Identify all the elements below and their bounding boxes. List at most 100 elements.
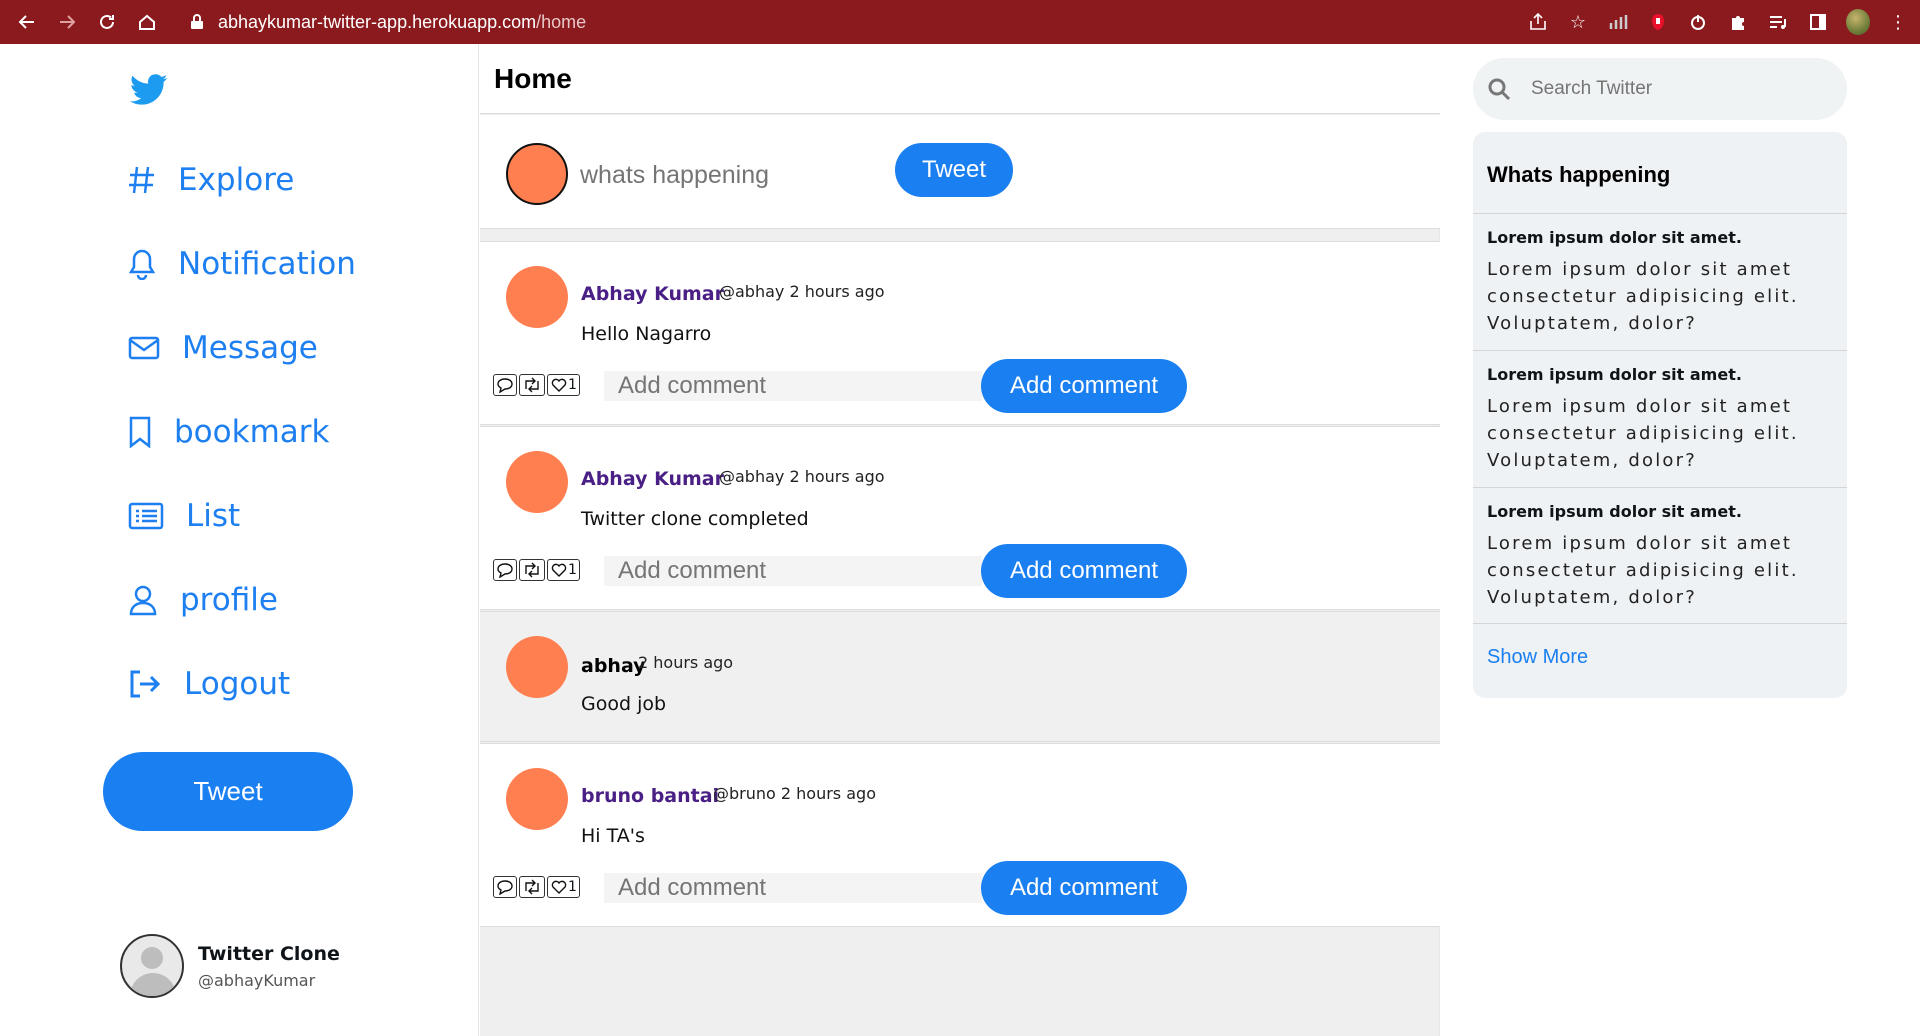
power-icon[interactable] bbox=[1686, 10, 1710, 34]
share-icon[interactable] bbox=[1526, 10, 1550, 34]
add-comment-button[interactable]: Add comment bbox=[981, 359, 1187, 413]
reload-icon[interactable] bbox=[87, 0, 127, 44]
nav-list[interactable]: List bbox=[128, 494, 240, 538]
trend-item[interactable]: Lorem ipsum dolor sit amet. Lorem ipsum … bbox=[1473, 213, 1847, 350]
trend-heading: Lorem ipsum dolor sit amet. bbox=[1487, 365, 1742, 384]
user-icon bbox=[129, 585, 157, 616]
list-icon bbox=[128, 502, 164, 530]
trend-item[interactable]: Lorem ipsum dolor sit amet. Lorem ipsum … bbox=[1473, 350, 1847, 487]
trend-heading: Lorem ipsum dolor sit amet. bbox=[1487, 228, 1742, 247]
comment-card: abhay 2 hours ago Good job bbox=[480, 611, 1440, 742]
chart-ext-icon[interactable] bbox=[1606, 10, 1630, 34]
mail-icon bbox=[128, 336, 160, 360]
nav-bookmark[interactable]: bookmark bbox=[128, 410, 329, 454]
nav-message-label: Message bbox=[182, 330, 318, 366]
show-more-link[interactable]: Show More bbox=[1487, 646, 1588, 669]
trend-body: Lorem ipsum dolor sit amet consectetur a… bbox=[1487, 396, 1799, 471]
playlist-icon[interactable] bbox=[1766, 10, 1790, 34]
like-button[interactable]: 1 bbox=[547, 876, 580, 898]
post-actions: 1 bbox=[493, 876, 580, 898]
nav-profile[interactable]: profile bbox=[128, 578, 278, 622]
like-button[interactable]: 1 bbox=[547, 374, 580, 396]
star-icon[interactable]: ☆ bbox=[1566, 10, 1590, 34]
comment-input[interactable] bbox=[604, 873, 982, 903]
main-feed: Home Tweet Abhay Kumar @abhay 2 hours ag… bbox=[480, 44, 1440, 1036]
trend-body: Lorem ipsum dolor sit amet consectetur a… bbox=[1487, 259, 1799, 334]
post-author[interactable]: Abhay Kumar bbox=[581, 468, 724, 490]
post-avatar bbox=[506, 451, 568, 513]
post-meta: 2 hours ago bbox=[638, 653, 734, 672]
post-meta: @abhay 2 hours ago bbox=[719, 467, 885, 486]
url-path: /home bbox=[536, 11, 587, 32]
nav-profile-label: profile bbox=[180, 582, 278, 618]
nav-message[interactable]: Message bbox=[128, 326, 318, 370]
nav-list-label: List bbox=[186, 498, 241, 534]
post-text: Hello Nagarro bbox=[581, 323, 712, 345]
comment-input[interactable] bbox=[604, 371, 982, 401]
post-avatar bbox=[506, 266, 568, 328]
post-text: Twitter clone completed bbox=[581, 508, 809, 530]
page-title: Home bbox=[494, 62, 572, 94]
post-avatar bbox=[506, 768, 568, 830]
tweet-card: Abhay Kumar @abhay 2 hours ago Twitter c… bbox=[480, 426, 1440, 610]
tweet-composer: Tweet bbox=[480, 115, 1440, 229]
post-text: Good job bbox=[581, 693, 667, 715]
composer-avatar bbox=[506, 143, 568, 205]
retweet-icon[interactable] bbox=[519, 876, 545, 898]
add-comment-button[interactable]: Add comment bbox=[981, 544, 1187, 598]
add-comment-button[interactable]: Add comment bbox=[981, 861, 1187, 915]
comment-input[interactable] bbox=[604, 556, 982, 586]
search-bar[interactable] bbox=[1473, 58, 1847, 120]
menu-icon[interactable]: ⋮ bbox=[1886, 10, 1910, 34]
adblock-icon[interactable] bbox=[1646, 10, 1670, 34]
nav-notification[interactable]: Notification bbox=[128, 242, 356, 286]
trend-item[interactable]: Lorem ipsum dolor sit amet. Lorem ipsum … bbox=[1473, 487, 1847, 624]
heart-icon bbox=[551, 880, 567, 894]
tweet-card: Abhay Kumar @abhay 2 hours ago Hello Nag… bbox=[480, 241, 1440, 425]
nav-explore[interactable]: Explore bbox=[128, 158, 294, 202]
sidepanel-icon[interactable] bbox=[1806, 10, 1830, 34]
twitter-logo-icon[interactable] bbox=[130, 74, 168, 110]
profile-avatar-icon[interactable] bbox=[1846, 9, 1870, 35]
post-actions: 1 bbox=[493, 374, 580, 396]
bell-icon bbox=[128, 249, 156, 280]
post-avatar bbox=[506, 636, 568, 698]
bookmark-icon bbox=[129, 416, 151, 448]
comment-icon[interactable] bbox=[493, 559, 517, 581]
like-count: 1 bbox=[568, 879, 577, 895]
nav-logout[interactable]: Logout bbox=[128, 662, 290, 706]
heart-icon bbox=[551, 378, 567, 392]
comment-icon[interactable] bbox=[493, 876, 517, 898]
post-actions: 1 bbox=[493, 559, 580, 581]
trends-panel: Whats happening Lorem ipsum dolor sit am… bbox=[1473, 132, 1847, 698]
search-input[interactable] bbox=[1531, 78, 1811, 100]
back-icon[interactable] bbox=[7, 0, 47, 44]
forward-icon[interactable] bbox=[47, 0, 87, 44]
account-switcher[interactable]: Twitter Clone @abhayKumar bbox=[120, 934, 340, 998]
retweet-icon[interactable] bbox=[519, 559, 545, 581]
like-button[interactable]: 1 bbox=[547, 559, 580, 581]
home-icon[interactable] bbox=[127, 0, 167, 44]
tweet-button[interactable]: Tweet bbox=[103, 752, 353, 831]
extension-icons: ☆ ⋮ bbox=[1526, 0, 1910, 44]
like-count: 1 bbox=[568, 562, 577, 578]
logout-icon bbox=[130, 670, 161, 698]
retweet-icon[interactable] bbox=[519, 374, 545, 396]
post-meta: @abhay 2 hours ago bbox=[719, 282, 885, 301]
nav-logout-label: Logout bbox=[184, 666, 291, 702]
hash-icon bbox=[129, 166, 154, 194]
post-text: Hi TA's bbox=[581, 825, 645, 847]
composer-tweet-button[interactable]: Tweet bbox=[895, 143, 1013, 197]
trend-heading: Lorem ipsum dolor sit amet. bbox=[1487, 502, 1742, 521]
comment-icon[interactable] bbox=[493, 374, 517, 396]
address-bar[interactable]: abhaykumar-twitter-app.herokuapp.com/hom… bbox=[176, 6, 1516, 38]
nav-bookmark-label: bookmark bbox=[174, 414, 330, 450]
puzzle-icon[interactable] bbox=[1726, 10, 1750, 34]
post-author[interactable]: bruno bantai bbox=[581, 785, 719, 807]
avatar bbox=[120, 934, 184, 998]
trend-body: Lorem ipsum dolor sit amet consectetur a… bbox=[1487, 533, 1799, 608]
post-author[interactable]: abhay bbox=[581, 655, 646, 677]
tweet-input[interactable] bbox=[580, 155, 880, 195]
post-author[interactable]: Abhay Kumar bbox=[581, 283, 724, 305]
nav-notification-label: Notification bbox=[178, 246, 356, 282]
